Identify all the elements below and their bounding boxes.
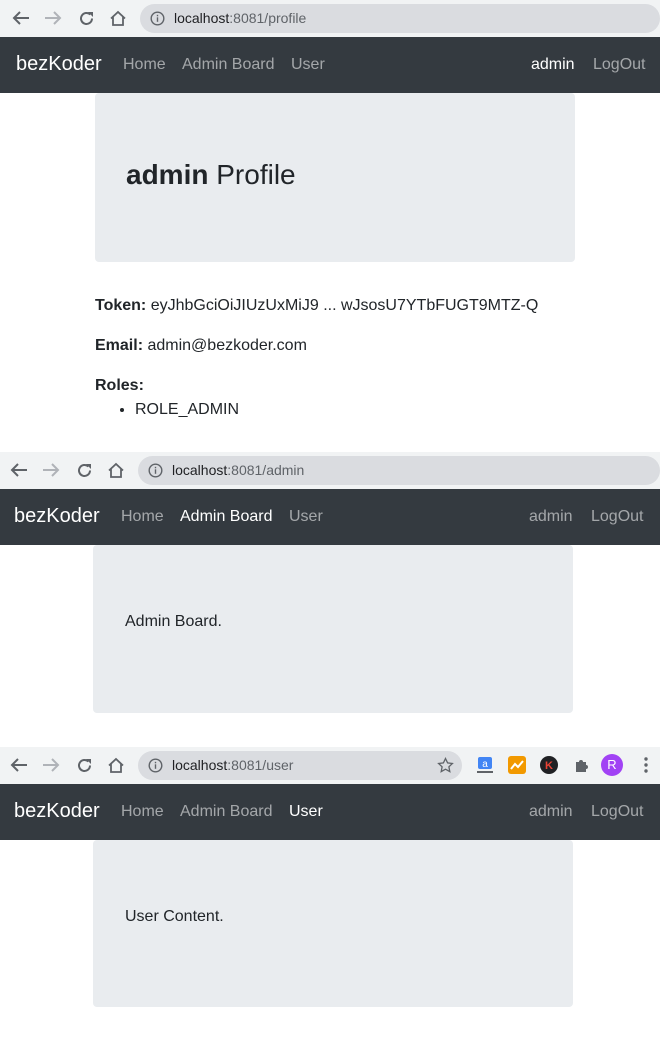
profile-title-suffix: Profile <box>208 159 296 190</box>
user-jumbotron: User Content. <box>93 840 573 1007</box>
back-arrow-icon[interactable] <box>9 755 29 775</box>
nav-admin-board[interactable]: Admin Board <box>180 508 273 526</box>
nav-user[interactable]: User <box>289 508 323 526</box>
email-row: Email: admin@bezkoder.com <box>95 337 307 355</box>
admin-screenshot: localhost:8081/admin bezKoder Home Admin… <box>0 452 660 746</box>
nav-username[interactable]: admin <box>529 508 573 526</box>
nav-username[interactable]: admin <box>531 56 575 74</box>
email-value: admin@bezkoder.com <box>147 337 307 354</box>
address-bar[interactable]: localhost:8081/user <box>138 751 462 780</box>
email-label: Email: <box>95 337 144 354</box>
browser-toolbar: localhost:8081/user a K R <box>0 747 660 784</box>
nav-username[interactable]: admin <box>529 803 573 821</box>
avatar-letter: R <box>607 757 617 772</box>
nav-logout[interactable]: LogOut <box>591 508 643 526</box>
brand-link[interactable]: bezKoder <box>14 505 100 528</box>
info-icon[interactable] <box>150 11 165 26</box>
profile-avatar[interactable]: R <box>601 754 623 776</box>
token-value: eyJhbGciOiJIUzUxMiJ9 ... wJsosU7YTbFUGT9… <box>150 297 539 314</box>
roles-row: Roles: <box>95 377 144 395</box>
back-arrow-icon[interactable] <box>11 8 31 28</box>
roles-list: ROLE_ADMIN <box>115 401 239 419</box>
nav-user[interactable]: User <box>289 803 323 821</box>
reload-icon[interactable] <box>74 460 94 480</box>
k-extension-icon[interactable]: K <box>538 754 560 776</box>
reload-icon[interactable] <box>74 755 94 775</box>
reload-icon[interactable] <box>76 8 96 28</box>
page-title: admin Profile <box>126 159 296 191</box>
home-icon[interactable] <box>106 755 126 775</box>
address-bar[interactable]: localhost:8081/profile <box>140 4 660 33</box>
role-item: ROLE_ADMIN <box>135 401 239 419</box>
nav-home[interactable]: Home <box>123 56 166 74</box>
forward-arrow-icon[interactable] <box>43 8 63 28</box>
analytics-extension-icon[interactable] <box>506 754 528 776</box>
url-text: localhost:8081/user <box>172 757 294 773</box>
forward-arrow-icon[interactable] <box>41 755 61 775</box>
roles-label: Roles: <box>95 377 144 394</box>
brand-link[interactable]: bezKoder <box>14 800 100 823</box>
profile-screenshot: localhost:8081/profile bezKoder Home Adm… <box>0 0 660 451</box>
info-icon[interactable] <box>148 463 163 478</box>
nav-admin-board[interactable]: Admin Board <box>182 56 275 74</box>
nav-user[interactable]: User <box>291 56 325 74</box>
brand-link[interactable]: bezKoder <box>16 53 102 76</box>
home-icon[interactable] <box>108 8 128 28</box>
user-screenshot: localhost:8081/user a K R bezKoder Home … <box>0 747 660 1040</box>
user-content: User Content. <box>125 908 224 925</box>
browser-toolbar: localhost:8081/admin <box>0 452 660 489</box>
back-arrow-icon[interactable] <box>9 460 29 480</box>
profile-username: admin <box>126 159 209 190</box>
url-text: localhost:8081/profile <box>174 10 307 26</box>
nav-home[interactable]: Home <box>121 803 164 821</box>
forward-arrow-icon[interactable] <box>41 460 61 480</box>
translate-extension-icon[interactable]: a <box>474 754 496 776</box>
address-bar[interactable]: localhost:8081/admin <box>138 456 660 485</box>
admin-board-content: Admin Board. <box>125 613 222 630</box>
navbar: bezKoder Home Admin Board User admin Log… <box>0 489 660 545</box>
nav-logout[interactable]: LogOut <box>593 56 645 74</box>
token-row: Token: eyJhbGciOiJIUzUxMiJ9 ... wJsosU7Y… <box>95 297 538 315</box>
navbar: bezKoder Home Admin Board User admin Log… <box>0 37 660 93</box>
extensions-puzzle-icon[interactable] <box>570 754 592 776</box>
url-text: localhost:8081/admin <box>172 462 305 478</box>
nav-logout[interactable]: LogOut <box>591 803 643 821</box>
browser-toolbar: localhost:8081/profile <box>0 0 660 37</box>
profile-jumbotron: admin Profile <box>95 93 575 262</box>
info-icon[interactable] <box>148 758 163 773</box>
nav-home[interactable]: Home <box>121 508 164 526</box>
home-icon[interactable] <box>106 460 126 480</box>
admin-jumbotron: Admin Board. <box>93 545 573 713</box>
nav-admin-board[interactable]: Admin Board <box>180 803 273 821</box>
token-label: Token: <box>95 297 147 314</box>
bookmark-star-icon[interactable] <box>437 757 454 774</box>
svg-text:a: a <box>482 759 488 770</box>
navbar: bezKoder Home Admin Board User admin Log… <box>0 784 660 840</box>
svg-text:K: K <box>545 760 553 772</box>
more-menu-icon[interactable] <box>635 754 657 776</box>
